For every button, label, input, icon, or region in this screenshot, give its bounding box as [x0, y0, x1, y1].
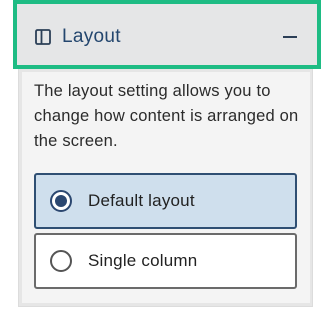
minus-icon[interactable]: [283, 36, 297, 38]
layout-panel-header[interactable]: Layout: [13, 0, 321, 69]
option-default-layout[interactable]: Default layout: [34, 173, 297, 229]
option-label: Default layout: [88, 191, 195, 210]
layout-panel-content: The layout setting allows you to change …: [22, 72, 310, 303]
panel-title: Layout: [62, 26, 121, 47]
option-label: Single column: [88, 251, 198, 270]
radio-button-checked[interactable]: [50, 190, 72, 212]
option-single-column[interactable]: Single column: [34, 233, 297, 289]
layout-description: The layout setting allows you to change …: [34, 82, 299, 150]
columns-layout-icon: [35, 29, 51, 45]
radio-button-unchecked[interactable]: [50, 250, 72, 272]
